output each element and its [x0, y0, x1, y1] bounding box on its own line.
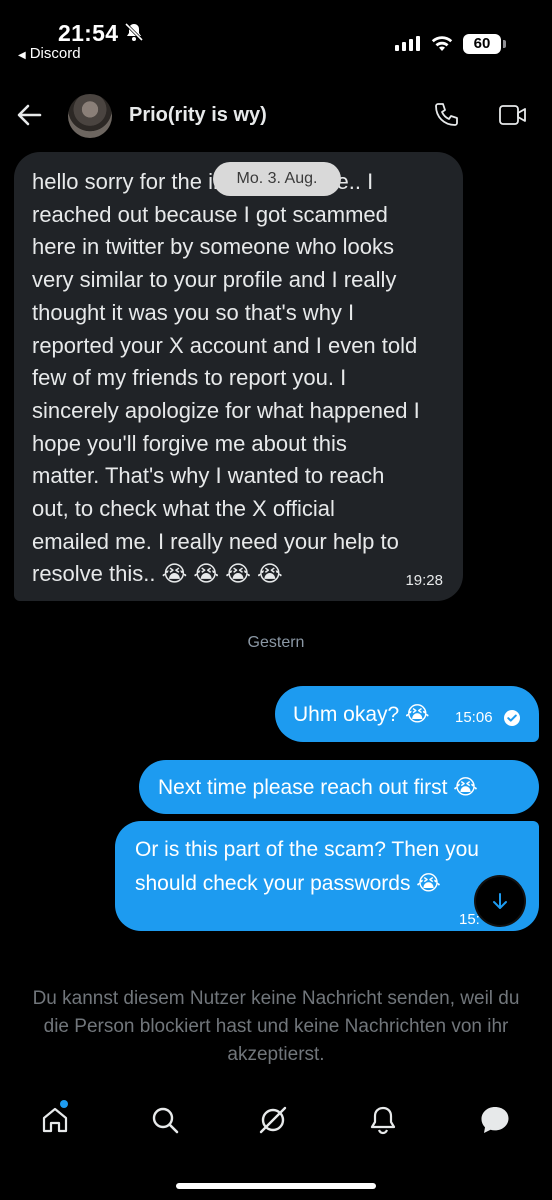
outgoing-message-text: Next time please reach out first 😭	[158, 776, 478, 799]
read-check-icon	[504, 710, 520, 726]
notifications-icon[interactable]	[363, 1100, 403, 1140]
status-time: 21:54	[58, 20, 119, 46]
scroll-to-bottom-button[interactable]	[476, 877, 524, 925]
back-arrow-icon[interactable]	[14, 100, 44, 130]
outgoing-message-line: Or is this part of the scam? Then you	[135, 838, 479, 861]
message-line: reached out because I got scammed	[32, 201, 388, 227]
avatar[interactable]	[68, 94, 112, 138]
message-line: sincerely apologize for what happened I	[32, 397, 420, 423]
message-line: very similar to your profile and I reall…	[32, 267, 397, 293]
message-timestamp: 19:28	[405, 572, 443, 589]
bell-off-icon	[124, 22, 144, 47]
outgoing-message-text: Uhm okay? 😭	[293, 703, 430, 726]
incoming-message-text: hello sorry for the inconvenience.. I re…	[32, 166, 445, 591]
message-line: here in twitter by someone who looks	[32, 234, 394, 260]
message-line: reported your X account and I even told	[32, 332, 418, 358]
wifi-icon	[430, 34, 454, 57]
message-line: out, to check what the X official	[32, 496, 335, 522]
outgoing-message-bubble[interactable]: Next time please reach out first 😭	[139, 760, 539, 814]
message-line: emailed me. I really need your help to	[32, 528, 399, 554]
blocked-user-notice: Du kannst diesem Nutzer keine Nachricht …	[32, 988, 520, 1065]
message-line: few of my friends to report you. I	[32, 365, 347, 391]
home-indicator	[176, 1183, 376, 1189]
message-line: hope you'll forgive me about this	[32, 430, 347, 456]
home-icon[interactable]	[35, 1100, 75, 1140]
battery-indicator: 60	[463, 34, 501, 54]
grok-icon[interactable]	[253, 1100, 293, 1140]
date-pill: Mo. 3. Aug.	[213, 162, 341, 196]
video-call-icon[interactable]	[498, 103, 528, 132]
search-icon[interactable]	[145, 1100, 185, 1140]
bottom-navigation	[0, 1090, 552, 1150]
message-timestamp: 15:06	[455, 709, 493, 726]
message-line: matter. That's why I wanted to reach	[32, 463, 385, 489]
phone-icon[interactable]	[432, 101, 460, 134]
status-bar: 21:54 ◀ Discord 60	[0, 0, 552, 70]
message-line: thought it was you so that's why I	[32, 299, 355, 325]
arrow-down-icon	[493, 893, 507, 909]
outgoing-message-bubble[interactable]: Or is this part of the scam? Then you sh…	[115, 821, 539, 931]
day-divider: Gestern	[247, 634, 305, 651]
conversation-header: Prio(rity is wy)	[0, 86, 552, 146]
messages-icon[interactable]	[475, 1100, 515, 1140]
contact-name[interactable]: Prio(rity is wy)	[129, 104, 267, 127]
incoming-message-bubble[interactable]: hello sorry for the inconvenience.. I re…	[14, 152, 463, 601]
back-triangle-icon: ◀	[18, 50, 26, 61]
cellular-signal-icon	[395, 36, 420, 51]
home-notification-dot	[60, 1100, 68, 1108]
back-to-app-link[interactable]: ◀ Discord	[18, 45, 81, 62]
back-app-label: Discord	[29, 45, 81, 62]
battery-tip	[503, 40, 506, 48]
outgoing-message-bubble[interactable]: Uhm okay? 😭 15:06	[275, 686, 539, 742]
message-line: resolve this.. 😭 😭 😭 😭	[32, 561, 283, 587]
